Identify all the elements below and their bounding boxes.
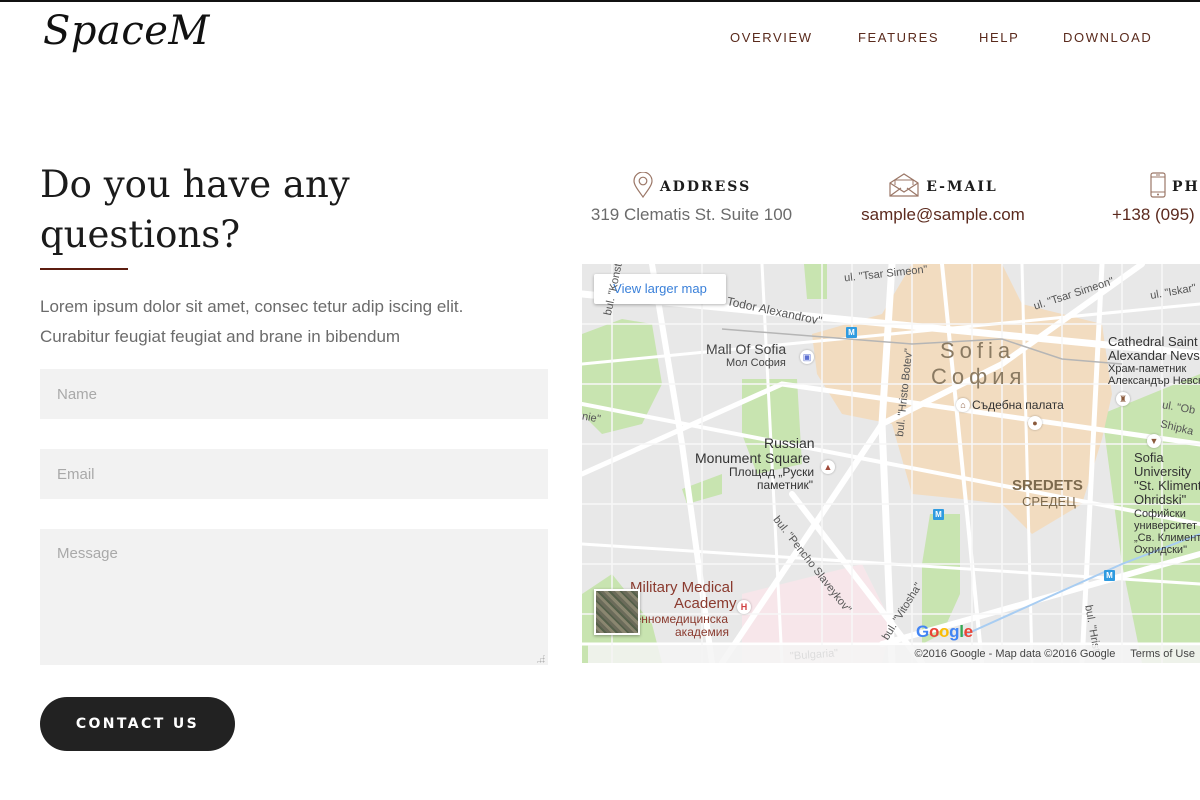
satellite-toggle[interactable] xyxy=(594,589,640,635)
map-label: Софийски xyxy=(1134,508,1186,520)
address-value: 319 Clematis St. Suite 100 xyxy=(590,205,793,224)
google-logo: Google xyxy=(916,622,973,641)
map-label: Cathedral Saint xyxy=(1108,334,1198,349)
map-label: Военномедицинска xyxy=(628,612,728,626)
address-block: ADDRESS 319 Clematis St. Suite 100 xyxy=(589,170,794,225)
map-label: Александър Невски xyxy=(1108,375,1200,387)
phone-label: PH xyxy=(1172,179,1200,195)
brand-logo[interactable]: SpaceM xyxy=(43,8,210,54)
map-label: Храм-паметник xyxy=(1108,363,1187,375)
address-label: ADDRESS xyxy=(659,179,752,195)
university-icon[interactable]: ▼ xyxy=(1147,434,1161,448)
email-label: E-MAIL xyxy=(926,179,998,195)
heading-divider xyxy=(40,268,128,270)
phone-block: PH +138 (095) xyxy=(1112,171,1200,225)
metro-icon[interactable]: M xyxy=(1104,570,1115,581)
map-label: Sofia xyxy=(1134,450,1164,465)
map-label: University xyxy=(1134,464,1192,479)
map-label: университет xyxy=(1134,520,1198,532)
page-title-line2: questions? xyxy=(40,213,241,256)
map-label-sofia-bg: София xyxy=(931,364,1027,389)
map-label: Military Medical xyxy=(630,579,734,596)
page-title: Do you have any questions? xyxy=(40,160,540,260)
intro-line2: Curabitur feugiat feugiat and brane in b… xyxy=(40,327,401,346)
page-title-line1: Do you have any xyxy=(40,163,350,206)
nav-overview[interactable]: OVERVIEW xyxy=(730,30,813,45)
map-label-sredets: SREDETS xyxy=(1012,477,1083,494)
map-label-mall-bg: Мол София xyxy=(726,357,786,369)
map-label: Academy xyxy=(674,595,737,612)
nav-download[interactable]: DOWNLOAD xyxy=(1063,30,1152,45)
google-map[interactable]: View larger map ul. "Tsar Simeon" ul. "T… xyxy=(582,264,1200,663)
email-link[interactable]: sample@sample.com xyxy=(860,205,1026,225)
envelope-icon xyxy=(888,172,920,202)
map-label: Площад „Руски xyxy=(729,465,815,479)
map-label: Охридски" xyxy=(1134,544,1187,556)
map-label: „Св. Климент xyxy=(1134,532,1200,544)
map-attribution: ©2016 Google - Map data ©2016 Google Ter… xyxy=(588,645,1200,663)
map-label: Alexandar Nevsky xyxy=(1108,348,1200,363)
map-label: паметник" xyxy=(757,478,814,492)
map-label: Ohridski" xyxy=(1134,492,1187,507)
shopping-icon[interactable]: ▣ xyxy=(800,350,814,364)
map-label-court: Съдебна палата xyxy=(972,398,1064,412)
email-block: E-MAIL sample@sample.com xyxy=(860,172,1026,225)
map-copyright: ©2016 Google - Map data ©2016 Google xyxy=(914,648,1116,660)
map-label: академия xyxy=(675,625,729,639)
phone-link[interactable]: +138 (095) xyxy=(1112,205,1200,225)
terms-of-use-link[interactable]: Terms of Use xyxy=(1130,648,1195,660)
name-input[interactable] xyxy=(40,369,548,419)
court-icon[interactable]: ⌂ xyxy=(956,398,970,412)
metro-icon[interactable]: M xyxy=(933,509,944,520)
park xyxy=(804,264,827,299)
email-input[interactable] xyxy=(40,449,548,499)
contact-us-button[interactable]: CONTACT US xyxy=(40,697,235,751)
intro-text: Lorem ipsum dolor sit amet, consec tetur… xyxy=(40,292,550,352)
phone-icon xyxy=(1150,171,1166,203)
nav-features[interactable]: FEATURES xyxy=(858,30,939,45)
map-pin-icon xyxy=(632,170,654,203)
hospital-icon[interactable]: H xyxy=(737,600,751,614)
map-label: "St. Kliment xyxy=(1134,478,1200,493)
map-label: Russian xyxy=(764,435,815,451)
nav-help[interactable]: HELP xyxy=(979,30,1019,45)
church-icon[interactable]: ♜ xyxy=(1116,392,1130,406)
map-label-sredets-bg: СРЕДЕЦ xyxy=(1022,494,1076,509)
map-label-mall: Mall Of Sofia xyxy=(706,341,787,357)
map-label: Monument Square xyxy=(695,450,811,466)
map-label-sofia: Sofia xyxy=(940,338,1016,363)
intro-line1: Lorem ipsum dolor sit amet, consec tetur… xyxy=(40,297,464,316)
attraction-icon[interactable]: ● xyxy=(1028,416,1042,430)
metro-icon[interactable]: M xyxy=(846,327,857,338)
monument-icon[interactable]: ▲ xyxy=(821,460,835,474)
message-textarea[interactable] xyxy=(40,529,548,665)
